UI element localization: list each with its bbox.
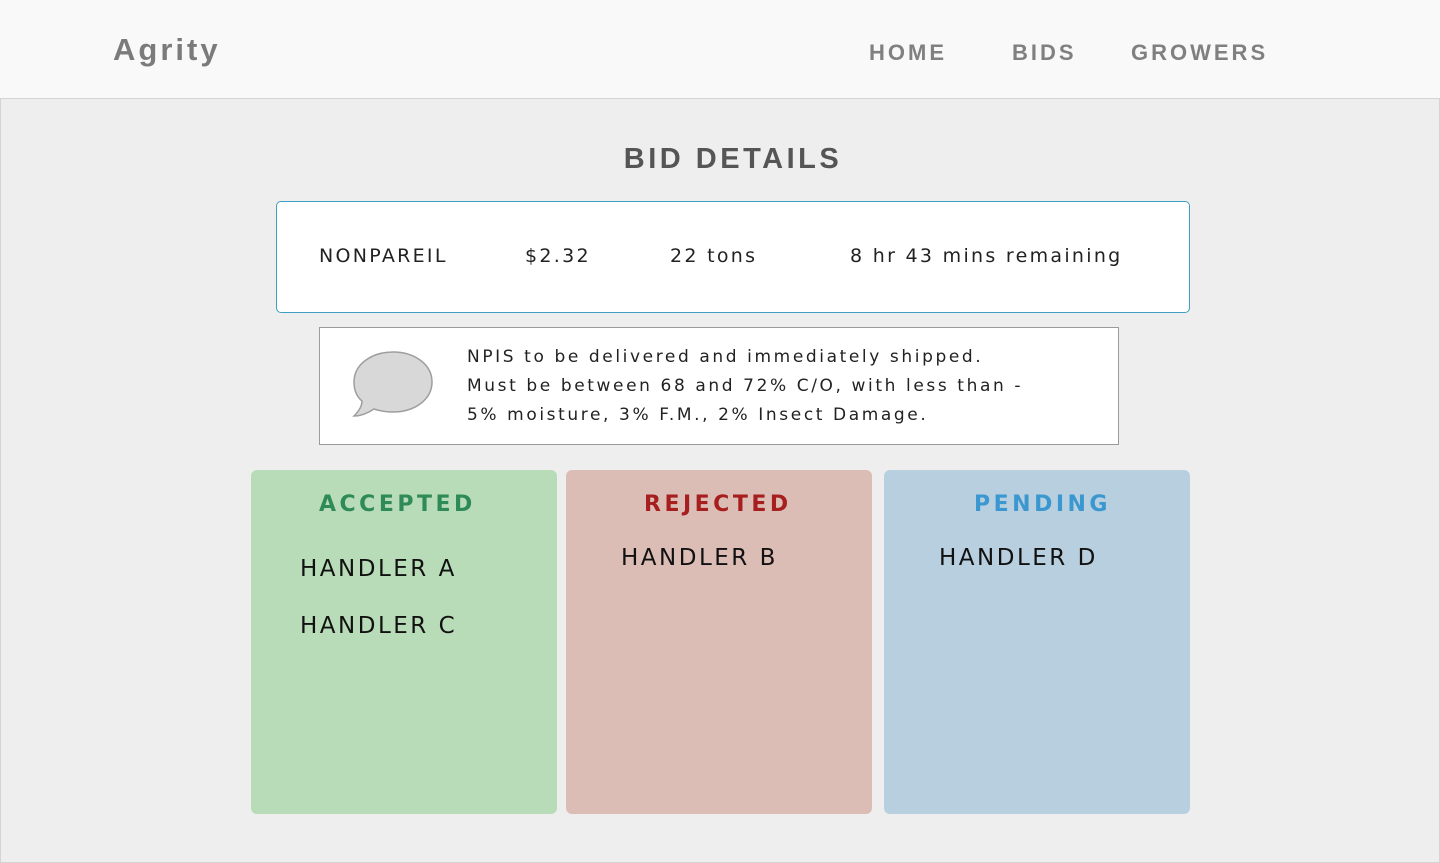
rejected-title: REJECTED bbox=[644, 492, 792, 517]
rejected-column: REJECTED HANDLER B bbox=[566, 470, 872, 814]
nav-growers-link[interactable]: GROWERS bbox=[1131, 40, 1268, 66]
bid-summary-card: NONPAREIL $2.32 22 tons 8 hr 43 mins rem… bbox=[276, 201, 1190, 313]
top-header: Agrity HOME BIDS GROWERS bbox=[0, 0, 1440, 99]
pending-column: PENDING HANDLER D bbox=[884, 470, 1190, 814]
bid-price: $2.32 bbox=[525, 245, 591, 267]
note-line: NPIS to be delivered and immediately shi… bbox=[467, 347, 984, 367]
note-line: 5% moisture, 3% F.M., 2% Insect Damage. bbox=[467, 405, 929, 425]
speech-bubble-icon bbox=[352, 351, 433, 417]
pending-title: PENDING bbox=[974, 492, 1111, 517]
main-nav: HOME BIDS GROWERS bbox=[0, 40, 1440, 70]
note-line: Must be between 68 and 72% C/O, with les… bbox=[467, 376, 1024, 396]
handler-item[interactable]: HANDLER D bbox=[939, 545, 1098, 571]
nav-bids-link[interactable]: BIDS bbox=[1012, 40, 1077, 66]
handler-item[interactable]: HANDLER B bbox=[621, 545, 778, 571]
nav-home-link[interactable]: HOME bbox=[869, 40, 947, 66]
bid-quantity: 22 tons bbox=[670, 245, 758, 267]
bid-variety: NONPAREIL bbox=[319, 245, 448, 267]
handler-item[interactable]: HANDLER C bbox=[300, 613, 457, 639]
accepted-title: ACCEPTED bbox=[319, 492, 476, 517]
page-title: BID DETAILS bbox=[623, 143, 843, 175]
handler-item[interactable]: HANDLER A bbox=[300, 556, 457, 582]
accepted-column: ACCEPTED HANDLER A HANDLER C bbox=[251, 470, 557, 814]
bid-time-remaining: 8 hr 43 mins remaining bbox=[850, 245, 1123, 267]
bid-note-card: NPIS to be delivered and immediately shi… bbox=[319, 327, 1119, 445]
bid-note-text: NPIS to be delivered and immediately shi… bbox=[467, 343, 1107, 430]
